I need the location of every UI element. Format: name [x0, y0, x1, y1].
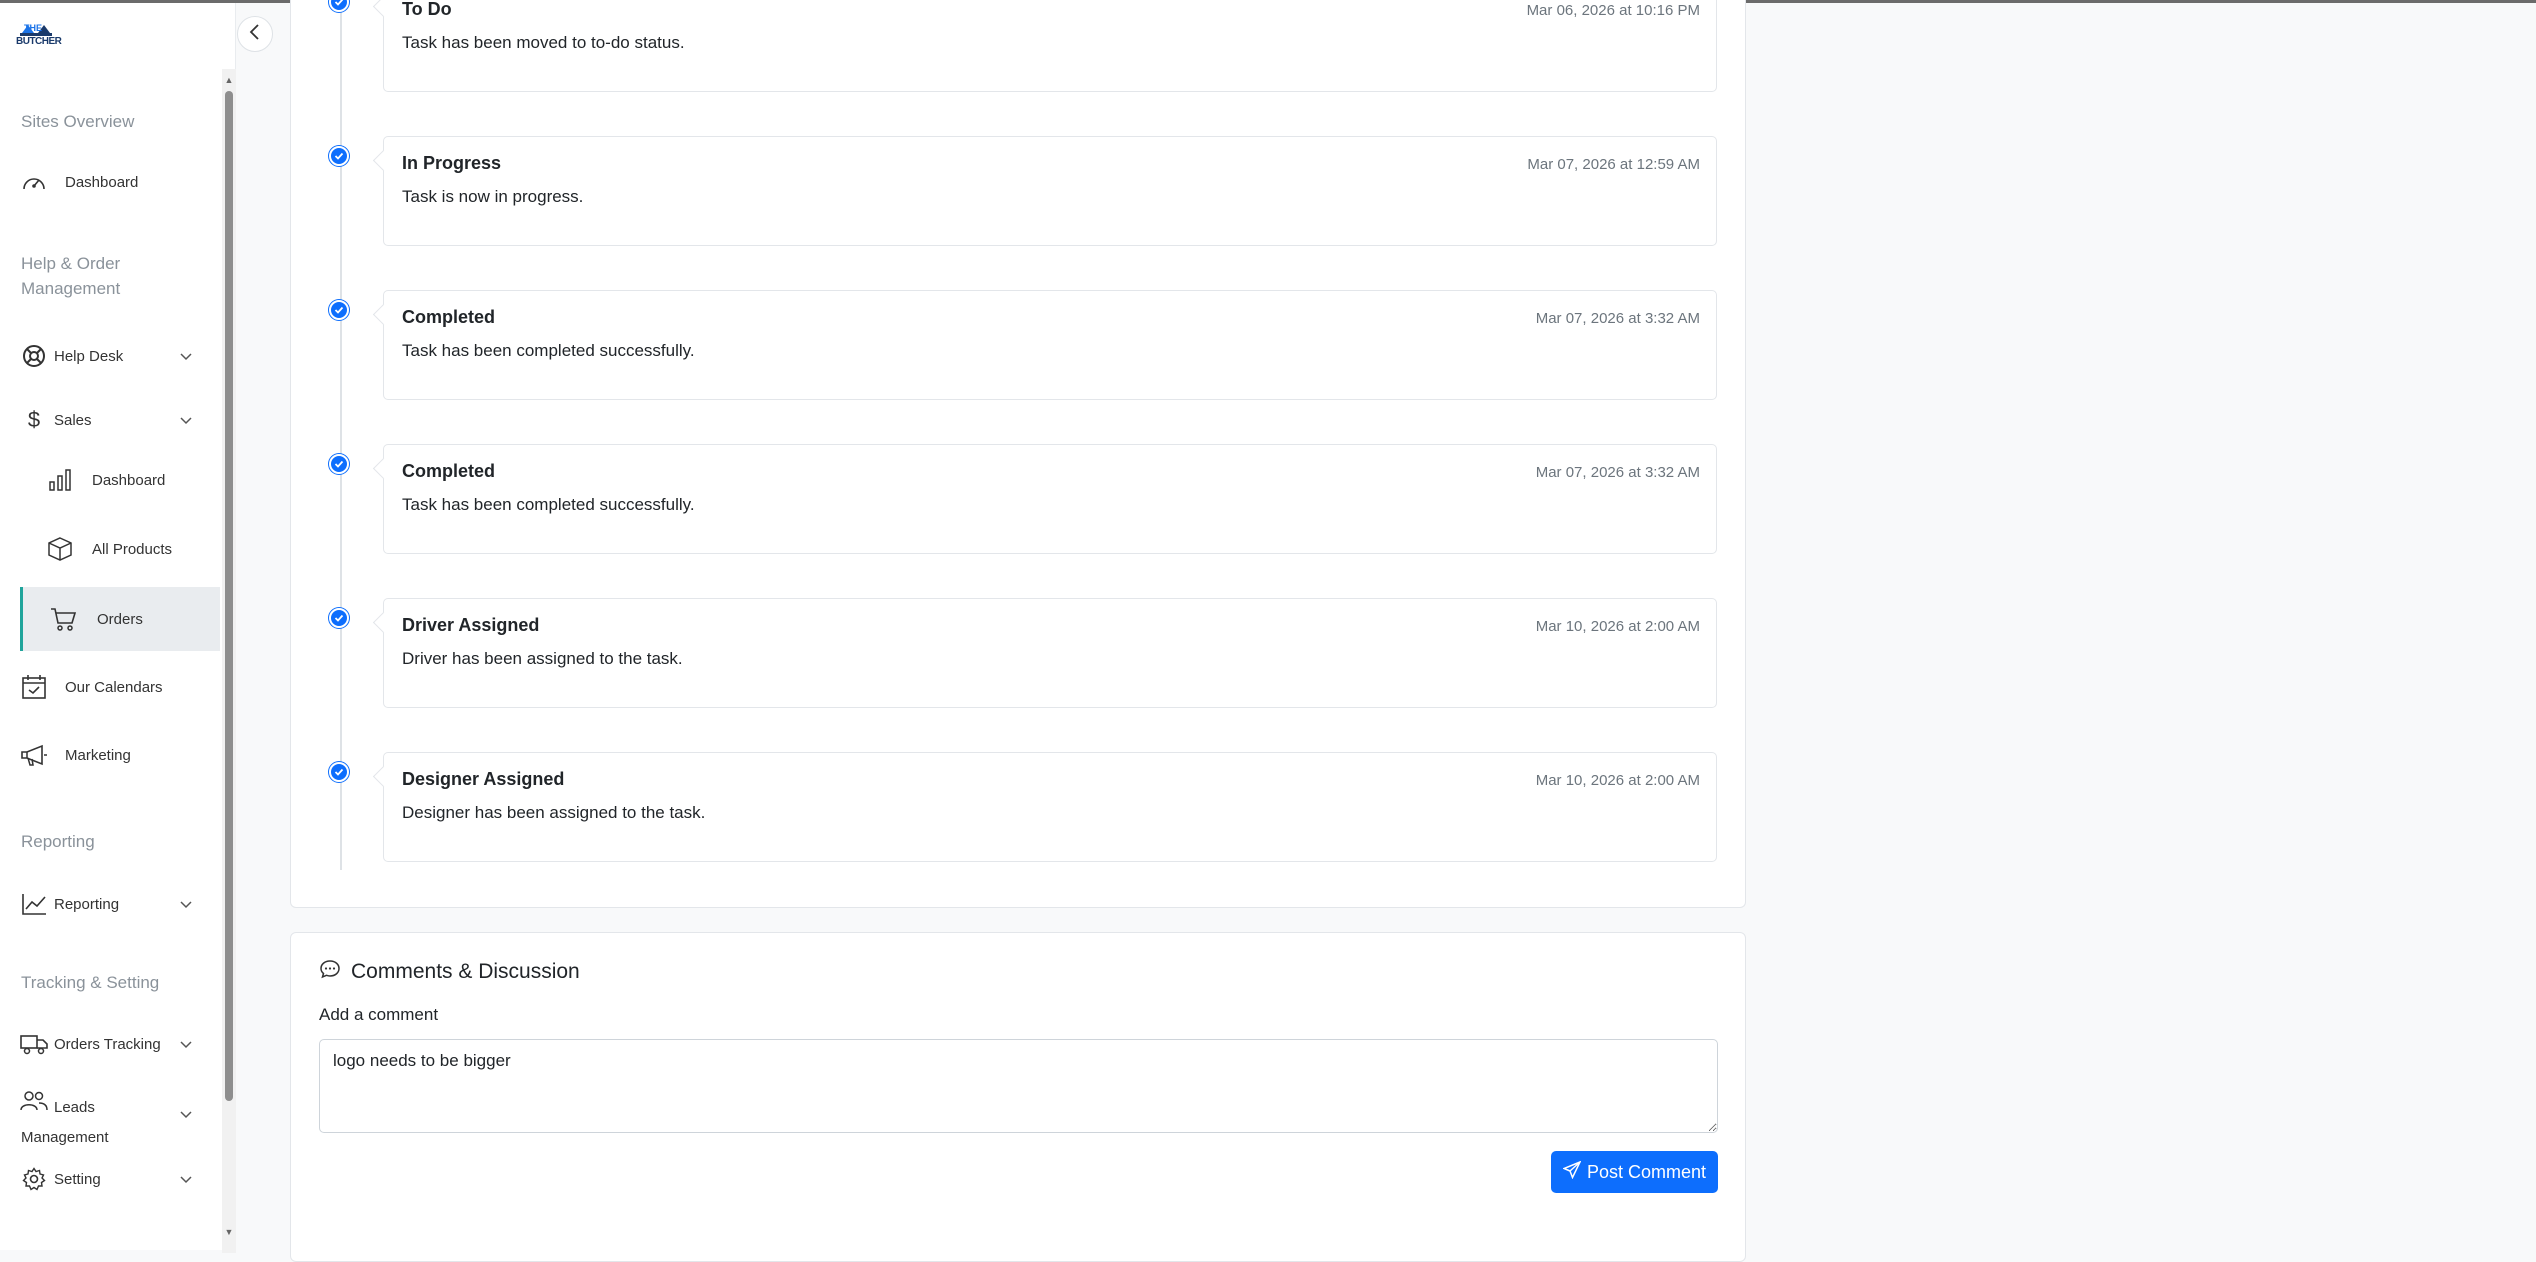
speedometer-icon [20, 168, 48, 196]
timeline-entry: Completed Mar 07, 2026 at 3:32 AM Task has… [383, 290, 1717, 400]
timeline-check-icon [329, 762, 349, 782]
chevron-down-icon [178, 896, 194, 912]
sidebar-item-label: Dashboard [92, 471, 166, 489]
section-title-help-order: Help & Order Management [21, 254, 121, 298]
box-icon [46, 535, 74, 563]
post-comment-label: Post Comment [1586, 1161, 1707, 1182]
sidebar-item-our-calendars[interactable]: Our Calendars [0, 662, 220, 712]
timeline-entry: Driver Assigned Mar 10, 2026 at 2:00 AM Dr… [383, 598, 1717, 708]
timeline-check-icon [329, 146, 349, 166]
bar-chart-icon [46, 466, 74, 494]
timeline-check-icon [329, 454, 349, 474]
timeline-entry: Designer Assigned Mar 10, 2026 at 2:00 AM… [383, 752, 1717, 862]
sidebar-item-leads-management[interactable]: Leads Management [0, 1079, 220, 1149]
post-comment-button[interactable]: Post Comment [1551, 1151, 1718, 1193]
section-title-tracking: Tracking & Setting [21, 973, 160, 992]
line-chart-icon [20, 890, 48, 918]
truck-icon [20, 1030, 48, 1058]
timeline-entry-description: Task has been completed successfully. [402, 341, 695, 360]
sidebar-item-label: Leads Management [21, 1099, 109, 1146]
sidebar-item-label: Help Desk [54, 347, 124, 365]
sidebar-item-label: Our Calendars [65, 678, 163, 696]
timeline-entry-date: Mar 06, 2026 at 10:16 PM [1526, 2, 1700, 19]
sidebar-item-label: Reporting [54, 895, 120, 913]
lifebuoy-icon [20, 342, 48, 370]
timeline-entry-description: Task is now in progress. [402, 187, 584, 206]
timeline-entry-title: Driver Assigned [402, 615, 540, 635]
timeline-entry-date: Mar 07, 2026 at 12:59 AM [1527, 156, 1700, 173]
sidebar-item-all-products[interactable]: All Products [0, 524, 220, 574]
timeline-entry-description: Designer has been assigned to the task. [402, 803, 706, 822]
sidebar-item-label: Orders Tracking [54, 1035, 161, 1053]
send-icon [1561, 1160, 1582, 1184]
timeline-entry: In Progress Mar 07, 2026 at 12:59 AM Task … [383, 136, 1717, 246]
timeline-entry-description: Task has been moved to to-do status. [402, 33, 685, 52]
sidebar-item-sales-dashboard[interactable]: Dashboard [0, 455, 220, 505]
timeline-entry-date: Mar 07, 2026 at 3:32 AM [1535, 310, 1700, 327]
chat-bubble-icon [319, 959, 341, 985]
sidebar-item-sales[interactable]: $ Sales [0, 395, 220, 445]
sidebar-item-setting[interactable]: Setting [0, 1154, 220, 1204]
sidebar-item-orders[interactable]: Orders [20, 587, 220, 651]
sidebar-item-reporting[interactable]: Reporting [0, 879, 220, 929]
section-title-reporting: Reporting [21, 832, 95, 851]
timeline-entry-date: Mar 10, 2026 at 2:00 AM [1535, 618, 1700, 635]
timeline-check-icon [329, 608, 349, 628]
chevron-down-icon [178, 1171, 194, 1187]
timeline-entry-description: Driver has been assigned to the task. [402, 649, 683, 668]
timeline-entry-title: To Do [402, 0, 452, 19]
scroll-up-arrow-icon[interactable]: ▲ [222, 73, 236, 87]
sidebar-item-label: All Products [92, 540, 173, 558]
cart-icon [49, 605, 77, 633]
megaphone-icon [20, 741, 48, 769]
sidebar-item-label: Marketing [65, 746, 131, 764]
timeline-line [340, 0, 342, 870]
calendar-check-icon [20, 673, 48, 701]
add-comment-label: Add a comment [319, 1005, 439, 1024]
comments-title-text: Comments & Discussion [351, 960, 580, 983]
chevron-down-icon [178, 412, 194, 428]
sidebar-item-label: Dashboard [65, 173, 139, 191]
dollar-icon: $ [27, 407, 41, 432]
chevron-down-icon [178, 1106, 194, 1122]
comments-title: Comments & Discussion [319, 959, 580, 985]
logo-text: BUTCHER [16, 36, 62, 47]
section-title-sites-overview: Sites Overview [21, 112, 135, 131]
timeline-entry: Completed Mar 07, 2026 at 3:32 AM Task has… [383, 444, 1717, 554]
comments-card: Comments & Discussion Add a comment logo… [290, 932, 1746, 1262]
sidebar-collapse-button[interactable] [237, 16, 273, 52]
timeline-entry-title: Designer Assigned [402, 769, 565, 789]
sidebar-item-help-desk[interactable]: Help Desk [0, 331, 220, 381]
chevron-down-icon [178, 348, 194, 364]
gear-icon [20, 1165, 48, 1193]
sidebar-scrollbar-thumb[interactable] [225, 91, 233, 1101]
timeline-entry-title: In Progress [402, 153, 502, 173]
timeline-entry: To Do Mar 06, 2026 at 10:16 PM Task has be… [383, 0, 1717, 92]
logo-top-text: THE [24, 23, 42, 33]
chevron-down-icon [178, 1036, 194, 1052]
timeline-entry-description: Task has been completed successfully. [402, 495, 695, 514]
sidebar-nav: Sites Overview Dashboard Help & Order Ma… [0, 69, 222, 1249]
chevron-left-icon [247, 22, 263, 47]
timeline-entry-date: Mar 10, 2026 at 2:00 AM [1535, 772, 1700, 789]
scroll-down-arrow-icon[interactable]: ▼ [222, 1225, 236, 1239]
sidebar-item-label: Setting [54, 1170, 101, 1188]
timeline-entry-title: Completed [402, 307, 496, 327]
sidebar-item-label: Sales [54, 411, 92, 429]
sidebar-item-label: Orders [97, 610, 143, 628]
timeline-entry-date: Mar 07, 2026 at 3:32 AM [1535, 464, 1700, 481]
sidebar-item-dashboard[interactable]: Dashboard [0, 157, 220, 207]
timeline-check-icon [329, 300, 349, 320]
sidebar-item-orders-tracking[interactable]: Orders Tracking [0, 1019, 220, 1069]
sidebar-item-marketing[interactable]: Marketing [0, 730, 220, 780]
sidebar: THE BUTCHER Sites Overview Dashboard Hel… [0, 3, 236, 1253]
comment-textarea[interactable]: logo needs to be bigger [319, 1039, 1718, 1133]
timeline-entry-title: Completed [402, 461, 496, 481]
